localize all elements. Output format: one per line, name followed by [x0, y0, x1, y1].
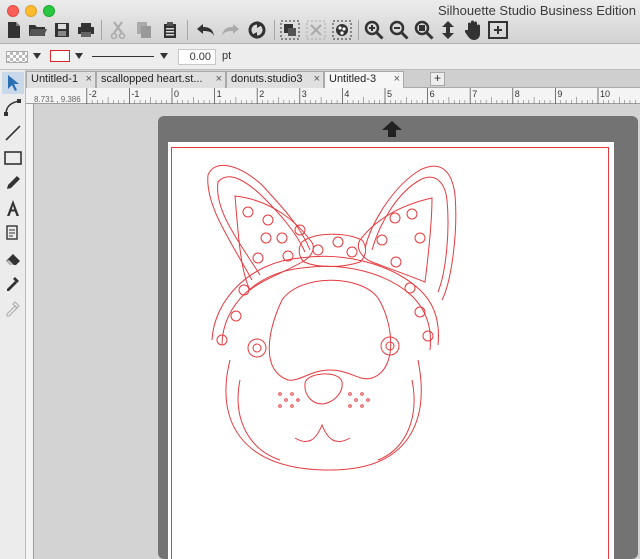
- document-tabs: Untitled-1 × scallopped heart.st... × donu…: [26, 70, 640, 89]
- tab-close-icon[interactable]: ×: [314, 72, 320, 87]
- redraw-icon[interactable]: [247, 20, 267, 40]
- compound-path-icon[interactable]: [332, 20, 352, 40]
- app-title: Silhouette Studio Business Edition: [437, 3, 636, 18]
- open-folder-icon[interactable]: [28, 20, 48, 40]
- fill-dropdown-icon[interactable]: [33, 53, 41, 59]
- undo-icon[interactable]: [195, 20, 215, 40]
- ungroup-icon[interactable]: [306, 20, 326, 40]
- fit-page-icon[interactable]: [488, 20, 508, 40]
- ruler-tick-label: 5: [387, 89, 392, 99]
- move-to-page-icon[interactable]: [438, 20, 458, 40]
- ruler-tick-label: 6: [430, 89, 435, 99]
- tab-label: Untitled-1: [31, 73, 79, 85]
- redo-icon[interactable]: [221, 20, 241, 40]
- tab-untitled-3[interactable]: Untitled-3 ×: [324, 71, 404, 89]
- pan-hand-icon[interactable]: [463, 20, 483, 40]
- zoom-window-button[interactable]: [43, 5, 55, 17]
- select-arrow-icon[interactable]: [2, 72, 24, 94]
- rectangle-tool-icon[interactable]: [2, 147, 24, 169]
- tab-close-icon[interactable]: ×: [394, 72, 400, 87]
- tab-close-icon[interactable]: ×: [216, 72, 222, 87]
- ruler-tick-label: 4: [344, 89, 349, 99]
- line-color-dropdown-icon[interactable]: [75, 53, 83, 59]
- nose: [304, 373, 343, 405]
- new-document-icon[interactable]: [4, 20, 24, 40]
- pencil-tool-icon[interactable]: [2, 172, 24, 194]
- knife-tool-icon[interactable]: [2, 222, 24, 244]
- zoom-to-fit-icon[interactable]: [414, 20, 434, 40]
- ruler-tick-label: 2: [259, 89, 264, 99]
- line-style-dropdown-icon[interactable]: [160, 53, 168, 59]
- zoom-in-icon[interactable]: [364, 20, 384, 40]
- ruler-tick-label: 8: [515, 89, 520, 99]
- line-tool-icon[interactable]: [2, 122, 24, 144]
- group-icon[interactable]: [280, 20, 300, 40]
- vertical-ruler[interactable]: [26, 104, 34, 559]
- close-window-button[interactable]: [7, 5, 19, 17]
- ruler-tick-label: -2: [89, 89, 97, 99]
- inner-face: [268, 279, 392, 381]
- ruler-tick-label: 0: [174, 89, 179, 99]
- tab-close-icon[interactable]: ×: [86, 72, 92, 87]
- line-width-input[interactable]: 0.00: [178, 49, 216, 65]
- add-tab-button[interactable]: +: [430, 72, 445, 86]
- text-tool-icon[interactable]: [2, 197, 24, 219]
- ruler-tick-label: -1: [131, 89, 139, 99]
- head-outline: [225, 359, 422, 471]
- fill-color-swatch[interactable]: [6, 51, 28, 63]
- line-width-unit: pt: [222, 50, 232, 62]
- copy-icon[interactable]: [134, 20, 154, 40]
- ruler-tick-label: 1: [217, 89, 222, 99]
- cut-icon[interactable]: [108, 20, 128, 40]
- bow-right-wing: [357, 197, 433, 283]
- eyedropper-tool-icon[interactable]: [2, 272, 24, 294]
- title-toolbar: Silhouette Studio Business Edition: [0, 0, 640, 44]
- line-properties-bar: 0.00 pt: [0, 44, 640, 70]
- save-icon[interactable]: [52, 20, 72, 40]
- minimize-window-button[interactable]: [25, 5, 37, 17]
- feed-direction-icon: [380, 120, 404, 138]
- dog-face-artwork[interactable]: [168, 142, 614, 559]
- paste-icon[interactable]: [160, 20, 180, 40]
- print-icon[interactable]: [76, 20, 96, 40]
- tab-label: scallopped heart.st...: [101, 73, 203, 85]
- ruler-tick-label: 3: [302, 89, 307, 99]
- tab-scallopped-heart[interactable]: scallopped heart.st... ×: [96, 71, 226, 88]
- color-picker-icon[interactable]: [2, 297, 24, 319]
- tab-untitled-1[interactable]: Untitled-1 ×: [26, 71, 96, 88]
- ruler-tick-label: 10: [600, 89, 610, 99]
- ruler-tick-label: 7: [472, 89, 477, 99]
- tab-label: donuts.studio3: [231, 73, 303, 85]
- ruler-tick-label: 9: [557, 89, 562, 99]
- horizontal-ruler[interactable]: -2-10123456789101112: [26, 88, 640, 104]
- zoom-out-icon[interactable]: [389, 20, 409, 40]
- line-color-swatch[interactable]: [50, 50, 70, 62]
- cursor-coordinates: 8.731 , 9.386: [34, 95, 81, 104]
- eraser-tool-icon[interactable]: [2, 247, 24, 269]
- tools-panel: [0, 70, 26, 559]
- node-edit-icon[interactable]: [2, 96, 24, 118]
- tab-label: Untitled-3: [329, 73, 377, 85]
- line-style-preview[interactable]: [92, 56, 154, 57]
- tab-donuts[interactable]: donuts.studio3 ×: [226, 71, 324, 88]
